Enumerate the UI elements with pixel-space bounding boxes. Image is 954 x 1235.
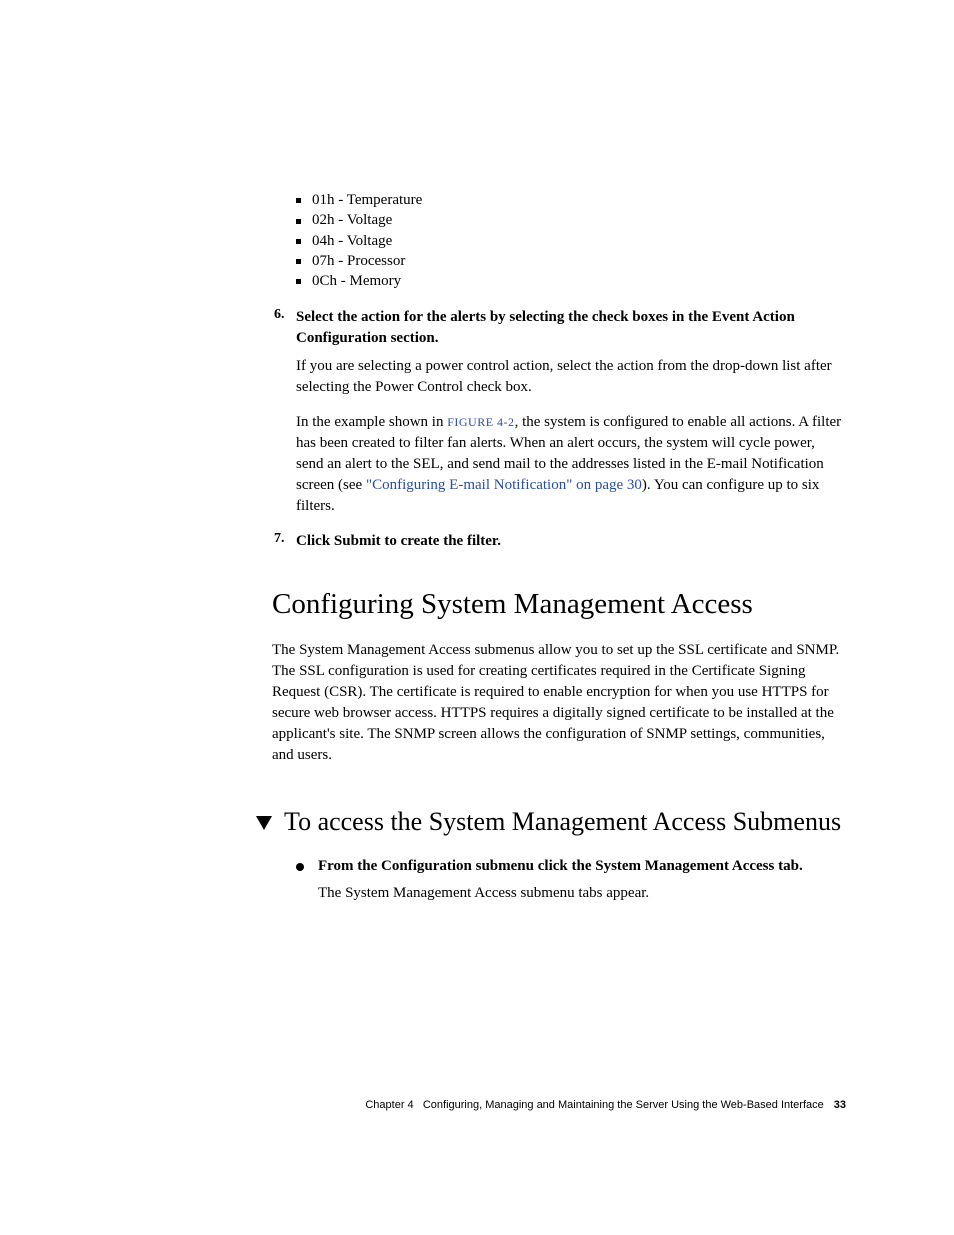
step-7: 7. Click Submit to create the filter.	[274, 531, 846, 551]
list-item: 04h - Voltage	[296, 231, 846, 251]
step-6: 6. Select the action for the alerts by s…	[274, 307, 846, 517]
list-item: 01h - Temperature	[296, 190, 846, 210]
footer-title: Configuring, Managing and Maintaining th…	[423, 1099, 824, 1111]
step-number: 7.	[274, 531, 285, 547]
section-heading: Configuring System Management Access	[272, 587, 846, 622]
list-item: 0Ch - Memory	[296, 271, 846, 291]
page-footer: Chapter 4 Configuring, Managing and Main…	[0, 1099, 846, 1111]
procedure-step-body: The System Management Access submenu tab…	[318, 883, 846, 904]
procedure-step-title: From the Configuration submenu click the…	[318, 856, 846, 877]
triangle-down-icon	[256, 816, 272, 835]
procedure-heading: To access the System Management Access S…	[284, 806, 841, 839]
step-number: 6.	[274, 307, 285, 323]
page-number: 33	[834, 1099, 846, 1111]
text-run: In the example shown in	[296, 414, 447, 430]
list-item: 02h - Voltage	[296, 210, 846, 230]
procedure-heading-row: To access the System Management Access S…	[256, 806, 846, 839]
list-item: 07h - Processor	[296, 251, 846, 271]
section-xref-link[interactable]: "Configuring E-mail Notification" on pag…	[366, 477, 642, 493]
figure-xref-link[interactable]: FIGURE 4-2	[447, 415, 514, 429]
section-body-text: The System Management Access submenus al…	[272, 640, 846, 766]
page-content: 01h - Temperature 02h - Voltage 04h - Vo…	[0, 190, 954, 910]
footer-chapter: Chapter 4	[365, 1099, 413, 1111]
procedure-step: From the Configuration submenu click the…	[296, 856, 846, 904]
step-body-text: In the example shown in FIGURE 4-2, the …	[296, 412, 846, 517]
sensor-list: 01h - Temperature 02h - Voltage 04h - Vo…	[296, 190, 846, 291]
step-body-text: If you are selecting a power control act…	[296, 356, 846, 398]
step-title: Select the action for the alerts by sele…	[296, 307, 846, 348]
step-title: Click Submit to create the filter.	[296, 531, 846, 551]
